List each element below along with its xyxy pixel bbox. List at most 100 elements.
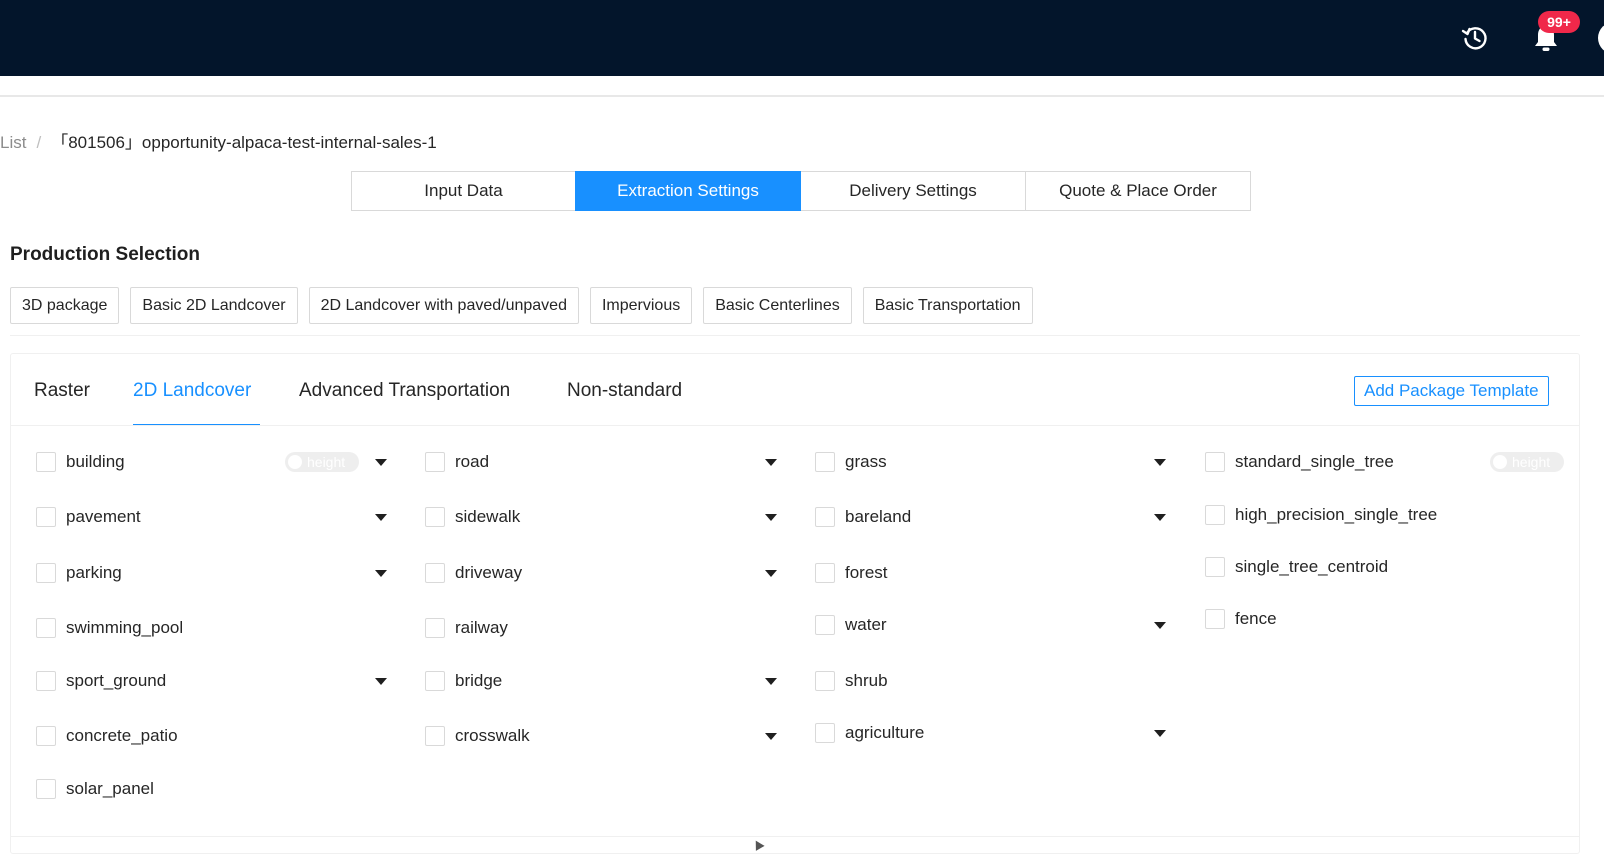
height-toggle[interactable]: height (285, 452, 359, 472)
checkbox[interactable] (815, 563, 835, 583)
feature-label: sport_ground (66, 671, 167, 690)
height-toggle[interactable]: height (1490, 452, 1564, 472)
tab-2d-landcover[interactable]: 2D Landcover (133, 380, 251, 402)
header-divider (0, 95, 1604, 97)
feature-label: standard_single_tree (1235, 452, 1394, 471)
checkbox[interactable] (1205, 609, 1225, 629)
panel-bottom-divider (11, 836, 1579, 837)
tab-advanced-transportation[interactable]: Advanced Transportation (299, 380, 510, 402)
list-item: sport_ground (36, 670, 391, 692)
tabs-divider (11, 425, 1579, 426)
chevron-down-icon[interactable] (765, 678, 777, 685)
notification-badge: 99+ (1538, 11, 1580, 33)
breadcrumb-list-link[interactable]: List (0, 133, 26, 152)
checkbox[interactable] (815, 507, 835, 527)
breadcrumb: List / 「801506」opportunity-alpaca-test-int… (0, 128, 437, 153)
production-selection-title: Production Selection (10, 244, 201, 265)
feature-label: agriculture (845, 723, 925, 742)
chevron-down-icon[interactable] (765, 570, 777, 577)
preset-basic-transportation[interactable]: Basic Transportation (862, 287, 1033, 324)
feature-label: road (455, 452, 490, 471)
chevron-down-icon[interactable] (375, 459, 387, 466)
feature-label: forest (845, 563, 888, 582)
checkbox[interactable] (425, 671, 445, 691)
checkbox[interactable] (36, 726, 56, 746)
checkbox[interactable] (36, 507, 56, 527)
checkbox[interactable] (425, 507, 445, 527)
feature-label: single_tree_centroid (1235, 557, 1389, 576)
list-item: single_tree_centroid (1205, 556, 1560, 578)
checkbox[interactable] (36, 779, 56, 799)
preset-impervious[interactable]: Impervious (589, 287, 693, 324)
list-item: parking (36, 562, 391, 584)
chevron-down-icon[interactable] (1154, 459, 1166, 466)
feature-label: parking (66, 563, 122, 582)
list-item: building height (36, 451, 391, 473)
tab-raster[interactable]: Raster (34, 380, 90, 402)
preset-basic-centerlines[interactable]: Basic Centerlines (703, 287, 852, 324)
list-item: pavement (36, 506, 391, 528)
chevron-down-icon[interactable] (1154, 514, 1166, 521)
chevron-down-icon[interactable] (375, 678, 387, 685)
feature-label: swimming_pool (66, 618, 184, 637)
list-item: swimming_pool (36, 617, 391, 639)
list-item: water (815, 614, 1170, 636)
top-bar: 99+ (0, 0, 1604, 76)
feature-label: concrete_patio (66, 726, 178, 745)
chevron-down-icon[interactable] (765, 459, 777, 466)
add-package-template-button[interactable]: Add Package Template (1354, 376, 1549, 406)
chevron-down-icon[interactable] (375, 514, 387, 521)
checkbox[interactable] (36, 452, 56, 472)
feature-label: bridge (455, 671, 503, 690)
checkbox[interactable] (425, 618, 445, 638)
chevron-down-icon[interactable] (1154, 730, 1166, 737)
chevron-down-icon[interactable] (1154, 622, 1166, 629)
preset-2d-landcover-paved[interactable]: 2D Landcover with paved/unpaved (308, 287, 579, 324)
step-quote-place-order[interactable]: Quote & Place Order (1025, 171, 1251, 211)
checkbox[interactable] (1205, 505, 1225, 525)
list-item: grass (815, 451, 1170, 473)
checkbox[interactable] (425, 563, 445, 583)
tab-non-standard[interactable]: Non-standard (567, 380, 682, 402)
list-item: solar_panel (36, 778, 391, 800)
checkbox[interactable] (815, 671, 835, 691)
history-icon[interactable] (1461, 24, 1489, 52)
avatar[interactable] (1598, 22, 1604, 54)
feature-label: high_precision_single_tree (1235, 505, 1438, 524)
feature-label: sidewalk (455, 507, 521, 526)
list-item: high_precision_single_tree (1205, 504, 1560, 526)
checkbox[interactable] (815, 615, 835, 635)
step-extraction-settings[interactable]: Extraction Settings (575, 171, 801, 211)
step-input-data[interactable]: Input Data (351, 171, 576, 211)
preset-basic-2d-landcover[interactable]: Basic 2D Landcover (130, 287, 298, 324)
feature-panel: Raster 2D Landcover Advanced Transportat… (10, 353, 1580, 854)
feature-label: building (66, 452, 125, 471)
checkbox[interactable] (36, 671, 56, 691)
preset-buttons: 3D package Basic 2D Landcover 2D Landcov… (10, 287, 1044, 324)
chevron-down-icon[interactable] (765, 514, 777, 521)
preset-3d-package[interactable]: 3D package (10, 287, 120, 324)
list-item: road (425, 451, 780, 473)
checkbox[interactable] (425, 452, 445, 472)
feature-label: fence (1235, 609, 1277, 628)
list-item: bareland (815, 506, 1170, 528)
list-item: standard_single_tree height (1205, 451, 1564, 473)
list-item: forest (815, 562, 1170, 584)
list-item: bridge (425, 670, 780, 692)
checkbox[interactable] (815, 452, 835, 472)
list-item: concrete_patio (36, 725, 391, 747)
checkbox[interactable] (36, 563, 56, 583)
checkbox[interactable] (815, 723, 835, 743)
feature-label: grass (845, 452, 887, 471)
checkbox[interactable] (425, 726, 445, 746)
chevron-down-icon[interactable] (765, 733, 777, 740)
breadcrumb-current: 「801506」opportunity-alpaca-test-internal… (51, 133, 437, 152)
feature-label: driveway (455, 563, 523, 582)
step-delivery-settings[interactable]: Delivery Settings (800, 171, 1026, 211)
presets-divider (10, 335, 1580, 336)
checkbox[interactable] (1205, 557, 1225, 577)
list-item: crosswalk (425, 725, 780, 747)
checkbox[interactable] (36, 618, 56, 638)
checkbox[interactable] (1205, 452, 1225, 472)
chevron-down-icon[interactable] (375, 570, 387, 577)
